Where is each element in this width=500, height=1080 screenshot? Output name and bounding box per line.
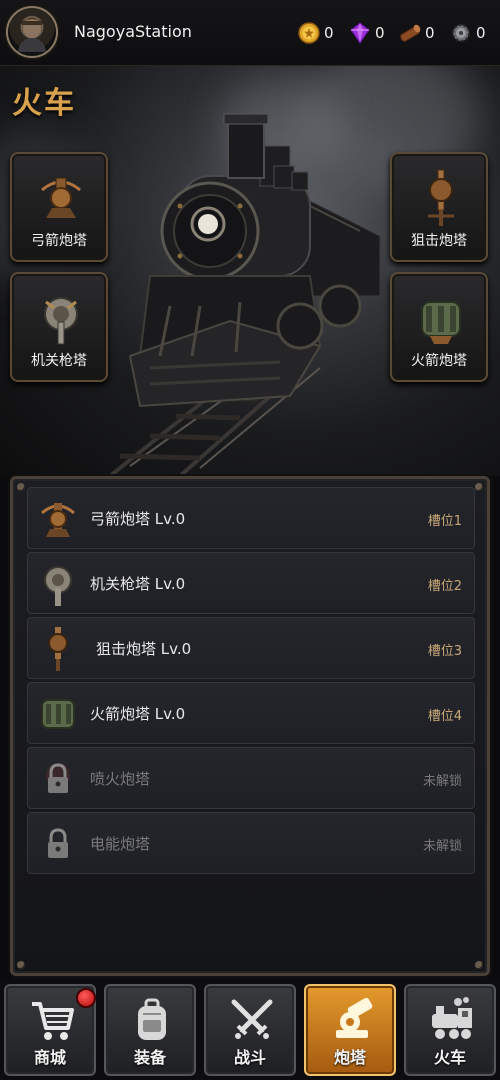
sniper-turret-icon [428,169,454,226]
turret-slot-status: 槽位2 [427,579,462,594]
rocket-turret-icon [421,301,461,344]
wood-log-icon [399,24,421,42]
gold-amount: 0 [324,24,334,42]
player-avatar[interactable] [6,6,58,58]
crossed-swords-icon [231,999,273,1039]
backpack-icon [138,998,166,1040]
machinegun-turret-icon [44,566,72,606]
turret-slot-status: 槽位4 [427,709,462,724]
top-bar: NagoyaStation 0 0 0 0 [0,0,500,66]
steam-locomotive-image [110,113,381,476]
avatar-portrait-icon [18,18,46,52]
slot-tile-label: 机关枪塔 [31,353,87,369]
gem-amount: 0 [375,24,385,42]
slot-tile-machinegun[interactable]: 机关枪塔 [10,272,108,382]
cannon-icon [336,997,373,1038]
nav-battle[interactable]: 战斗 [204,984,296,1076]
turret-name: 火箭炮塔 Lv.0 [90,705,186,723]
locked-electric-icon [48,828,68,858]
locked-flamethrower-icon [46,763,70,793]
turret-name: 机关枪塔 Lv.0 [90,575,186,593]
page-title: 火车 [12,86,76,121]
slot-tile-label: 火箭炮塔 [411,353,467,369]
wood-amount: 0 [425,24,435,42]
slot-tile-label: 弓箭炮塔 [31,233,87,249]
gem-resource[interactable]: 0 [349,21,385,45]
turret-name: 弓箭炮塔 Lv.0 [90,510,186,528]
ore-amount: 0 [476,24,486,42]
machinegun-turret-icon [44,297,78,345]
gear-ore-icon [452,24,470,42]
crossbow-turret-icon [41,503,75,537]
nav-label: 炮塔 [333,1048,366,1067]
slot-tile-rocket[interactable]: 火箭炮塔 [390,272,488,382]
turret-name: 狙击炮塔 Lv.0 [96,640,192,658]
turret-name: 喷火炮塔 [90,770,151,788]
bottom-navigation: 商城 装备 战斗 炮塔 火车 [0,978,500,1080]
turret-row-electric[interactable]: 电能炮塔 未解锁 [27,812,475,874]
shopping-cart-icon [32,1002,74,1040]
turret-row-flamethrower[interactable]: 喷火炮塔 未解锁 [27,747,475,809]
train-scene: 火车 弓箭炮塔 狙击炮塔 机关枪塔 火箭炮塔 [0,66,500,476]
nav-label: 商城 [33,1048,66,1067]
turret-row-rocket[interactable]: 火箭炮塔 Lv.0 槽位4 [27,682,475,744]
gold-coin-icon [298,22,320,44]
slot-tile-sniper[interactable]: 狙击炮塔 [390,152,488,262]
turret-slot-status: 未解锁 [422,774,462,789]
turret-list-panel: 弓箭炮塔 Lv.0 槽位1 机关枪塔 Lv.0 槽位2 狙击炮塔 Lv.0 槽位… [10,476,490,976]
purple-gem-icon [350,22,370,44]
train-icon [432,997,472,1039]
gold-resource[interactable]: 0 [298,21,334,45]
wood-resource[interactable]: 0 [399,21,435,45]
sniper-turret-icon [48,627,68,671]
turret-name: 电能炮塔 [90,835,151,853]
nav-turrets[interactable]: 炮塔 [304,984,396,1076]
nav-train[interactable]: 火车 [404,984,496,1076]
turret-slot-status: 槽位3 [427,644,462,659]
nav-label: 火车 [433,1048,466,1067]
turret-slot-status: 未解锁 [422,839,462,854]
turret-row-crossbow[interactable]: 弓箭炮塔 Lv.0 槽位1 [27,487,475,549]
turret-slot-status: 槽位1 [427,514,462,529]
notification-badge [76,988,96,1008]
ore-resource[interactable]: 0 [450,21,486,45]
turret-row-machinegun[interactable]: 机关枪塔 Lv.0 槽位2 [27,552,475,614]
nav-label: 装备 [133,1048,166,1067]
slot-tile-crossbow[interactable]: 弓箭炮塔 [10,152,108,262]
nav-label: 战斗 [233,1048,266,1067]
crossbow-turret-icon [41,177,81,218]
rocket-turret-icon [41,699,75,729]
slot-tile-label: 狙击炮塔 [411,233,467,249]
nav-equipment[interactable]: 装备 [104,984,196,1076]
nav-shop[interactable]: 商城 [4,984,96,1076]
player-name: NagoyaStation [74,22,192,41]
turret-row-sniper[interactable]: 狙击炮塔 Lv.0 槽位3 [27,617,475,679]
